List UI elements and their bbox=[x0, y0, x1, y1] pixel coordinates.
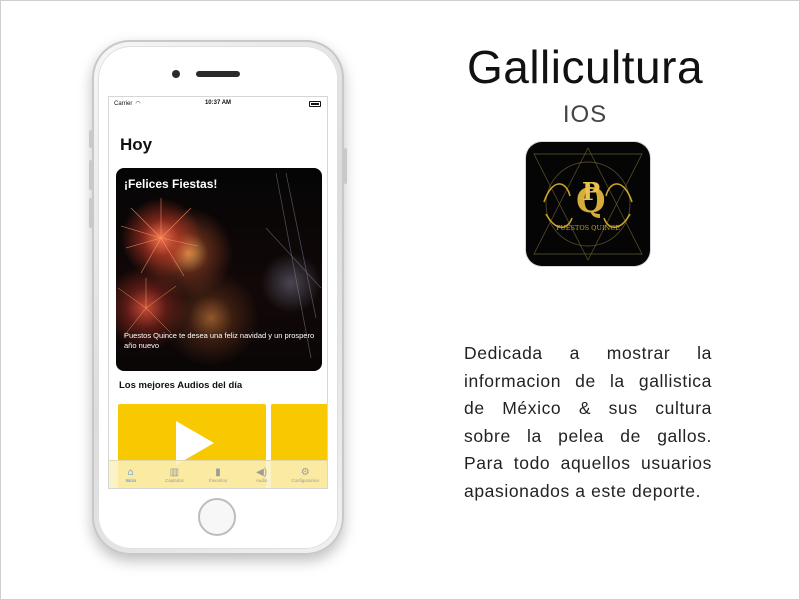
gear-icon: ⚙ bbox=[300, 466, 310, 478]
tab-capitulos[interactable]: ▥ Capitulos bbox=[153, 461, 197, 488]
speaker-icon: ◀) bbox=[256, 466, 268, 478]
puestos-quince-logo-icon: Q P PUESTOS QUINCE bbox=[526, 142, 650, 266]
tab-label: Configuracion bbox=[291, 477, 320, 483]
bookmark-icon: ▮ bbox=[215, 466, 221, 478]
mute-switch bbox=[89, 130, 92, 148]
app-platform: IOS bbox=[562, 101, 608, 128]
front-camera bbox=[172, 70, 180, 78]
logo-caption: PUESTOS QUINCE bbox=[556, 224, 620, 232]
feature-card[interactable]: ¡Felices Fiestas! Puestos Quince te dese… bbox=[116, 168, 322, 371]
iphone-mockup: Carrier ◠ 10:37 AM Hoy ¡Felices Fiestas!… bbox=[89, 40, 347, 555]
tab-label: Inicio bbox=[125, 477, 137, 483]
section-title: Los mejores Audios del día bbox=[119, 380, 243, 391]
status-time: 10:37 AM bbox=[204, 100, 232, 106]
app-description: Dedicada a mostrar la informacion de la … bbox=[464, 343, 712, 501]
home-button[interactable] bbox=[198, 498, 236, 536]
book-icon: ▥ bbox=[169, 466, 180, 478]
home-icon: ⌂ bbox=[127, 466, 134, 478]
phone-screen: Carrier ◠ 10:37 AM Hoy ¡Felices Fiestas!… bbox=[108, 96, 328, 489]
logo-letter-p: P bbox=[582, 177, 600, 206]
tab-label: Favoritos bbox=[208, 477, 228, 483]
card-text: Puestos Quince te desea una feliz navida… bbox=[124, 331, 315, 350]
tab-label: Capitulos bbox=[165, 477, 184, 483]
volume-up-button bbox=[89, 160, 92, 190]
app-title: Gallicultura bbox=[466, 41, 704, 93]
tab-audio[interactable]: ◀) Audio bbox=[240, 461, 284, 488]
tab-label: Audio bbox=[255, 477, 268, 483]
power-button bbox=[344, 148, 347, 184]
logo-artwork: Q P PUESTOS QUINCE bbox=[533, 147, 643, 261]
play-icon[interactable] bbox=[176, 421, 214, 465]
volume-down-button bbox=[89, 198, 92, 228]
tab-inicio[interactable]: ⌂ Inicio bbox=[109, 461, 153, 488]
earpiece-speaker bbox=[196, 71, 240, 77]
tab-configuracion[interactable]: ⚙ Configuracion bbox=[283, 461, 327, 488]
battery-icon bbox=[309, 101, 321, 107]
status-bar: Carrier ◠ 10:37 AM bbox=[109, 97, 327, 111]
screen-title: Hoy bbox=[120, 135, 153, 154]
card-heading: ¡Felices Fiestas! bbox=[124, 177, 218, 191]
tab-favoritos[interactable]: ▮ Favoritos bbox=[196, 461, 240, 488]
tab-bar: ⌂ Inicio ▥ Capitulos ▮ Favoritos ◀) Audi… bbox=[109, 460, 327, 488]
